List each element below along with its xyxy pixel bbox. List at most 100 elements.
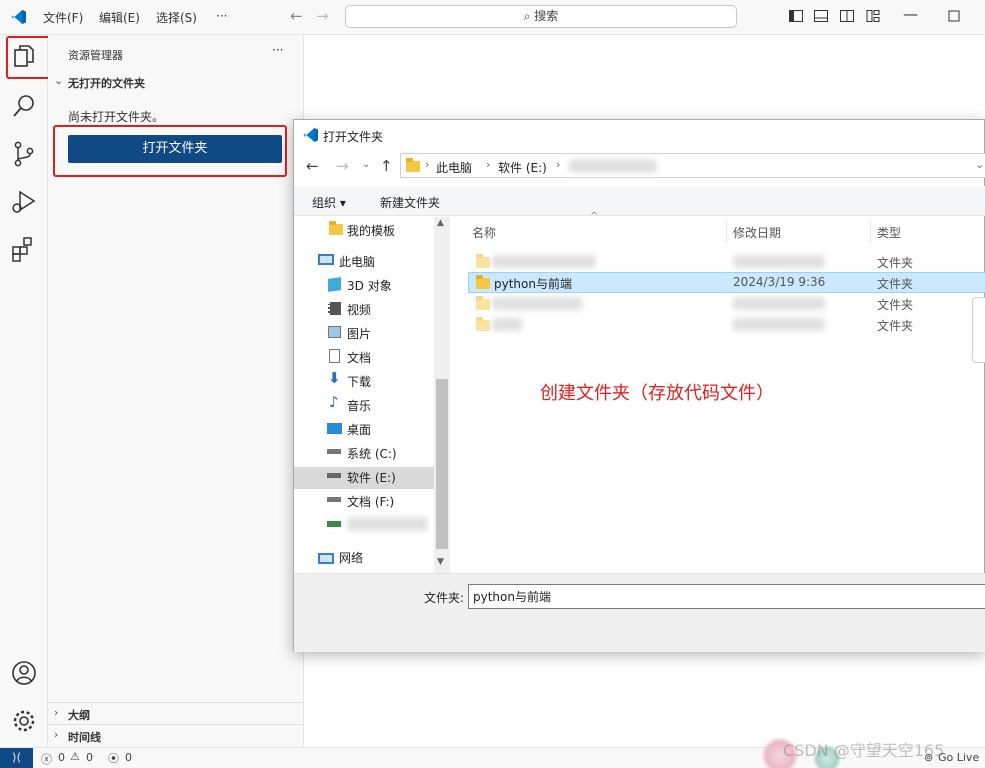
3d-objects-icon: [328, 277, 341, 292]
toggle-panel-icon[interactable]: [813, 8, 829, 24]
music-icon: ♪: [329, 393, 339, 411]
breadcrumb-this-pc[interactable]: 此电脑: [436, 159, 472, 176]
new-folder-button[interactable]: 新建文件夹: [380, 194, 440, 211]
more-actions-icon[interactable]: ···: [272, 43, 283, 57]
toggle-primary-sidebar-icon[interactable]: [788, 8, 804, 24]
ports-count[interactable]: 0: [125, 751, 132, 764]
source-control-icon[interactable]: [9, 139, 39, 169]
maximize-icon[interactable]: [946, 8, 962, 24]
back-arrow-icon[interactable]: ←: [306, 157, 319, 175]
sort-arrow-icon: ^: [590, 211, 599, 222]
network-drive-icon: [327, 521, 341, 527]
up-arrow-icon[interactable]: ↑: [380, 157, 393, 175]
run-debug-icon[interactable]: [9, 187, 39, 217]
search-icon[interactable]: [9, 91, 39, 121]
timeline-section[interactable]: 时间线: [68, 729, 101, 745]
blurred-file-name: [492, 297, 582, 310]
forward-arrow-icon[interactable]: →: [316, 7, 329, 25]
section-header[interactable]: 无打开的文件夹: [68, 75, 145, 91]
settings-gear-icon[interactable]: [9, 706, 39, 736]
remote-indicator-icon[interactable]: ⟩⟨: [0, 748, 33, 768]
downloads-icon: ⬇: [328, 369, 341, 387]
breadcrumb-separator-icon: ›: [425, 158, 430, 171]
open-folder-button[interactable]: 打开文件夹: [68, 135, 282, 163]
extensions-icon[interactable]: [9, 235, 39, 265]
ports-icon[interactable]: ⦿: [108, 750, 119, 766]
chevron-down-icon[interactable]: ⌄: [54, 74, 63, 87]
column-name[interactable]: 名称: [472, 224, 496, 241]
videos-icon: [328, 302, 341, 315]
blurred-file-date: [733, 318, 825, 331]
menu-file[interactable]: 文件(F): [43, 9, 83, 26]
scroll-up-icon[interactable]: ▲: [437, 218, 444, 228]
drive-f-icon: [327, 497, 341, 502]
nav-item-drive-c[interactable]: 系统 (C:): [347, 445, 397, 462]
file-type: 文件夹: [877, 277, 914, 291]
file-name: python与前端: [494, 277, 572, 291]
nav-item-drive-f[interactable]: 文档 (F:): [347, 493, 394, 510]
computer-icon: [318, 254, 334, 265]
error-count[interactable]: 0: [58, 751, 65, 764]
file-type: 文件夹: [877, 319, 914, 333]
breadcrumb-drive-e[interactable]: 软件 (E:): [498, 159, 547, 176]
divider: [48, 724, 304, 725]
vscode-logo-icon: [303, 128, 318, 142]
blurred-breadcrumb: [569, 159, 657, 173]
address-dropdown-icon[interactable]: ⌄: [975, 158, 984, 171]
explorer-icon[interactable]: [9, 42, 39, 72]
file-type: 文件夹: [877, 256, 914, 270]
nav-item-desktop[interactable]: 桌面: [347, 421, 371, 438]
nav-item-documents[interactable]: 文档: [347, 349, 371, 366]
menu-more[interactable]: ···: [216, 9, 227, 23]
file-row[interactable]: 文件夹: [468, 293, 985, 314]
chevron-right-icon[interactable]: ›: [54, 728, 58, 741]
address-bar[interactable]: › 此电脑 › 软件 (E:) › ⌄: [400, 153, 985, 178]
minimize-icon[interactable]: —: [903, 5, 918, 23]
menu-select[interactable]: 选择(S): [156, 9, 197, 26]
divider: [48, 702, 304, 703]
nav-item-pictures[interactable]: 图片: [347, 325, 371, 342]
file-row[interactable]: 文件夹: [468, 251, 985, 272]
folder-name-input[interactable]: python与前端: [468, 584, 985, 609]
nav-item-templates[interactable]: 我的模板: [347, 222, 395, 239]
search-input[interactable]: ⌕ 搜索: [345, 5, 737, 28]
file-row-selected[interactable]: python与前端 2024/3/19 9:36 文件夹: [468, 272, 985, 293]
search-icon: ⌕: [523, 9, 531, 23]
menu-edit[interactable]: 编辑(E): [99, 9, 140, 26]
column-type[interactable]: 类型: [877, 224, 901, 241]
folder-field-label: 文件夹:: [424, 591, 465, 605]
warning-count[interactable]: 0: [86, 751, 93, 764]
organize-button[interactable]: 组织 ▾: [312, 194, 346, 211]
scrollbar-thumb[interactable]: [436, 379, 448, 549]
chevron-right-icon[interactable]: ›: [54, 706, 58, 719]
nav-item-downloads[interactable]: 下载: [347, 373, 371, 390]
vscode-logo-icon: [11, 10, 26, 24]
file-row[interactable]: 文件夹: [468, 314, 985, 335]
toggle-secondary-sidebar-icon[interactable]: [839, 8, 855, 24]
forward-arrow-icon[interactable]: →: [336, 157, 349, 175]
nav-item-this-pc[interactable]: 此电脑: [339, 253, 375, 270]
customize-layout-icon[interactable]: [865, 8, 881, 24]
column-divider: [726, 219, 727, 243]
nav-scrollbar[interactable]: ▲ ▼: [434, 217, 450, 573]
outline-section[interactable]: 大纲: [68, 707, 90, 723]
account-icon[interactable]: [9, 658, 39, 688]
nav-item-3d-objects[interactable]: 3D 对象: [347, 277, 392, 294]
column-date[interactable]: 修改日期: [733, 224, 781, 241]
back-arrow-icon[interactable]: ←: [290, 7, 303, 25]
nav-item-drive-e[interactable]: 软件 (E:): [347, 469, 396, 486]
nav-item-videos[interactable]: 视频: [347, 301, 371, 318]
pictures-icon: [328, 326, 341, 338]
search-label: 搜索: [534, 9, 559, 23]
nav-item-music[interactable]: 音乐: [347, 397, 371, 414]
folder-icon: [476, 296, 490, 310]
title-bar: 文件(F) 编辑(E) 选择(S) ··· ← → ⌕ 搜索 —: [0, 0, 985, 35]
recent-dropdown-icon[interactable]: ⌄: [362, 159, 370, 170]
scroll-down-icon[interactable]: ▼: [437, 557, 444, 567]
errors-icon[interactable]: ⓧ: [41, 751, 52, 767]
drive-c-icon: [327, 449, 341, 454]
csdn-watermark: CSDN @守望天空165: [783, 741, 945, 760]
warning-icon[interactable]: ⚠: [70, 750, 80, 763]
nav-item-network[interactable]: 网络: [339, 549, 363, 566]
folder-icon: [476, 275, 490, 289]
